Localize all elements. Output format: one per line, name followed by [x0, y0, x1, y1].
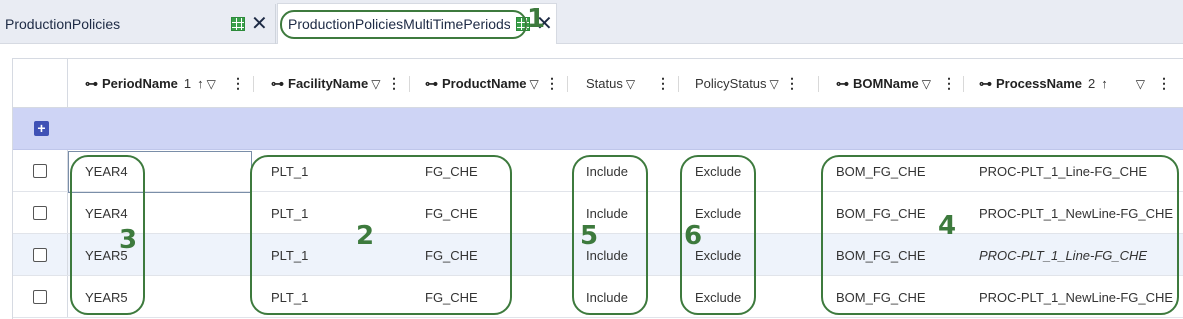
- annotation-number-1: 1: [527, 4, 546, 34]
- column-menu-icon[interactable]: ⋮: [231, 75, 245, 92]
- column-menu-icon[interactable]: ⋮: [942, 75, 956, 92]
- sort-asc-icon[interactable]: ↑: [197, 76, 204, 91]
- column-menu-icon[interactable]: ⋮: [545, 75, 559, 92]
- filter-icon[interactable]: ▽: [207, 77, 216, 91]
- column-header-status[interactable]: Status ▽ ⋮: [586, 59, 678, 108]
- column-label: ProcessName: [996, 76, 1082, 91]
- row-checkbox[interactable]: [33, 206, 47, 220]
- row-checkbox[interactable]: [33, 248, 47, 262]
- column-divider[interactable]: [678, 76, 679, 92]
- row-checkbox[interactable]: [33, 164, 47, 178]
- annotation-number-5: 5: [580, 221, 599, 251]
- column-divider[interactable]: [818, 76, 819, 92]
- filter-icon[interactable]: ▽: [770, 77, 779, 91]
- column-label: BOMName: [853, 76, 919, 91]
- column-label: ProductName: [442, 76, 527, 91]
- column-divider[interactable]: [409, 76, 410, 92]
- column-menu-icon[interactable]: ⋮: [1157, 75, 1171, 92]
- column-label: PolicyStatus: [695, 76, 767, 91]
- column-label: Status: [586, 76, 623, 91]
- column-menu-icon[interactable]: ⋮: [656, 75, 670, 92]
- annotation-number-2: 2: [356, 221, 375, 251]
- grid-icon: [231, 17, 245, 31]
- key-icon: ⊶: [836, 75, 849, 91]
- column-header-process-name[interactable]: ⊶ ProcessName 2 ↑ ▽ ⋮: [979, 59, 1179, 108]
- tab-bar: ProductionPolicies ✕ ProductionPoliciesM…: [0, 0, 1183, 44]
- filter-icon[interactable]: ▽: [530, 77, 539, 91]
- filter-icon[interactable]: ▽: [626, 77, 635, 91]
- annotation-outline-1: [280, 10, 527, 39]
- select-column-header: [13, 59, 68, 107]
- column-menu-icon[interactable]: ⋮: [785, 75, 799, 92]
- column-divider[interactable]: [253, 76, 254, 92]
- key-icon: ⊶: [85, 75, 98, 91]
- add-row-icon[interactable]: +: [34, 121, 49, 136]
- add-row-bar: +: [13, 108, 1183, 150]
- column-divider[interactable]: [963, 76, 964, 92]
- key-icon: ⊶: [425, 75, 438, 91]
- annotation-number-6: 6: [684, 221, 703, 251]
- column-header-policy-status[interactable]: PolicyStatus ▽ ⋮: [695, 59, 807, 108]
- row-checkbox[interactable]: [33, 290, 47, 304]
- column-label: FacilityName: [288, 76, 369, 91]
- sort-asc-icon[interactable]: ↑: [1101, 76, 1108, 91]
- filter-icon[interactable]: ▽: [1136, 77, 1145, 91]
- column-header-facility-name[interactable]: ⊶ FacilityName ▽ ⋮: [271, 59, 409, 108]
- annotation-number-4: 4: [938, 211, 957, 241]
- column-label: PeriodName: [102, 76, 178, 91]
- column-header-product-name[interactable]: ⊶ ProductName ▽ ⋮: [425, 59, 567, 108]
- key-icon: ⊶: [979, 75, 992, 91]
- key-icon: ⊶: [271, 75, 284, 91]
- filter-icon[interactable]: ▽: [371, 77, 380, 91]
- column-menu-icon[interactable]: ⋮: [387, 75, 401, 92]
- annotation-outline-4: [821, 155, 1179, 315]
- column-divider[interactable]: [567, 76, 568, 92]
- tab-label: ProductionPolicies: [5, 16, 121, 32]
- sort-index: 2: [1088, 76, 1096, 91]
- tab-production-policies[interactable]: ProductionPolicies ✕: [0, 4, 276, 44]
- filter-icon[interactable]: ▽: [922, 77, 931, 91]
- sort-index: 1: [183, 76, 192, 91]
- column-header-period-name[interactable]: ⊶ PeriodName 1 ↑ ▽ ⋮: [85, 59, 253, 108]
- column-header-bom-name[interactable]: ⊶ BOMName ▽ ⋮: [836, 59, 964, 108]
- annotation-number-3: 3: [119, 225, 138, 255]
- annotation-outline-2: [250, 155, 512, 315]
- grid-header: ⊶ PeriodName 1 ↑ ▽ ⋮ ⊶ FacilityName ▽ ⋮ …: [13, 59, 1183, 108]
- close-icon[interactable]: ✕: [251, 14, 268, 34]
